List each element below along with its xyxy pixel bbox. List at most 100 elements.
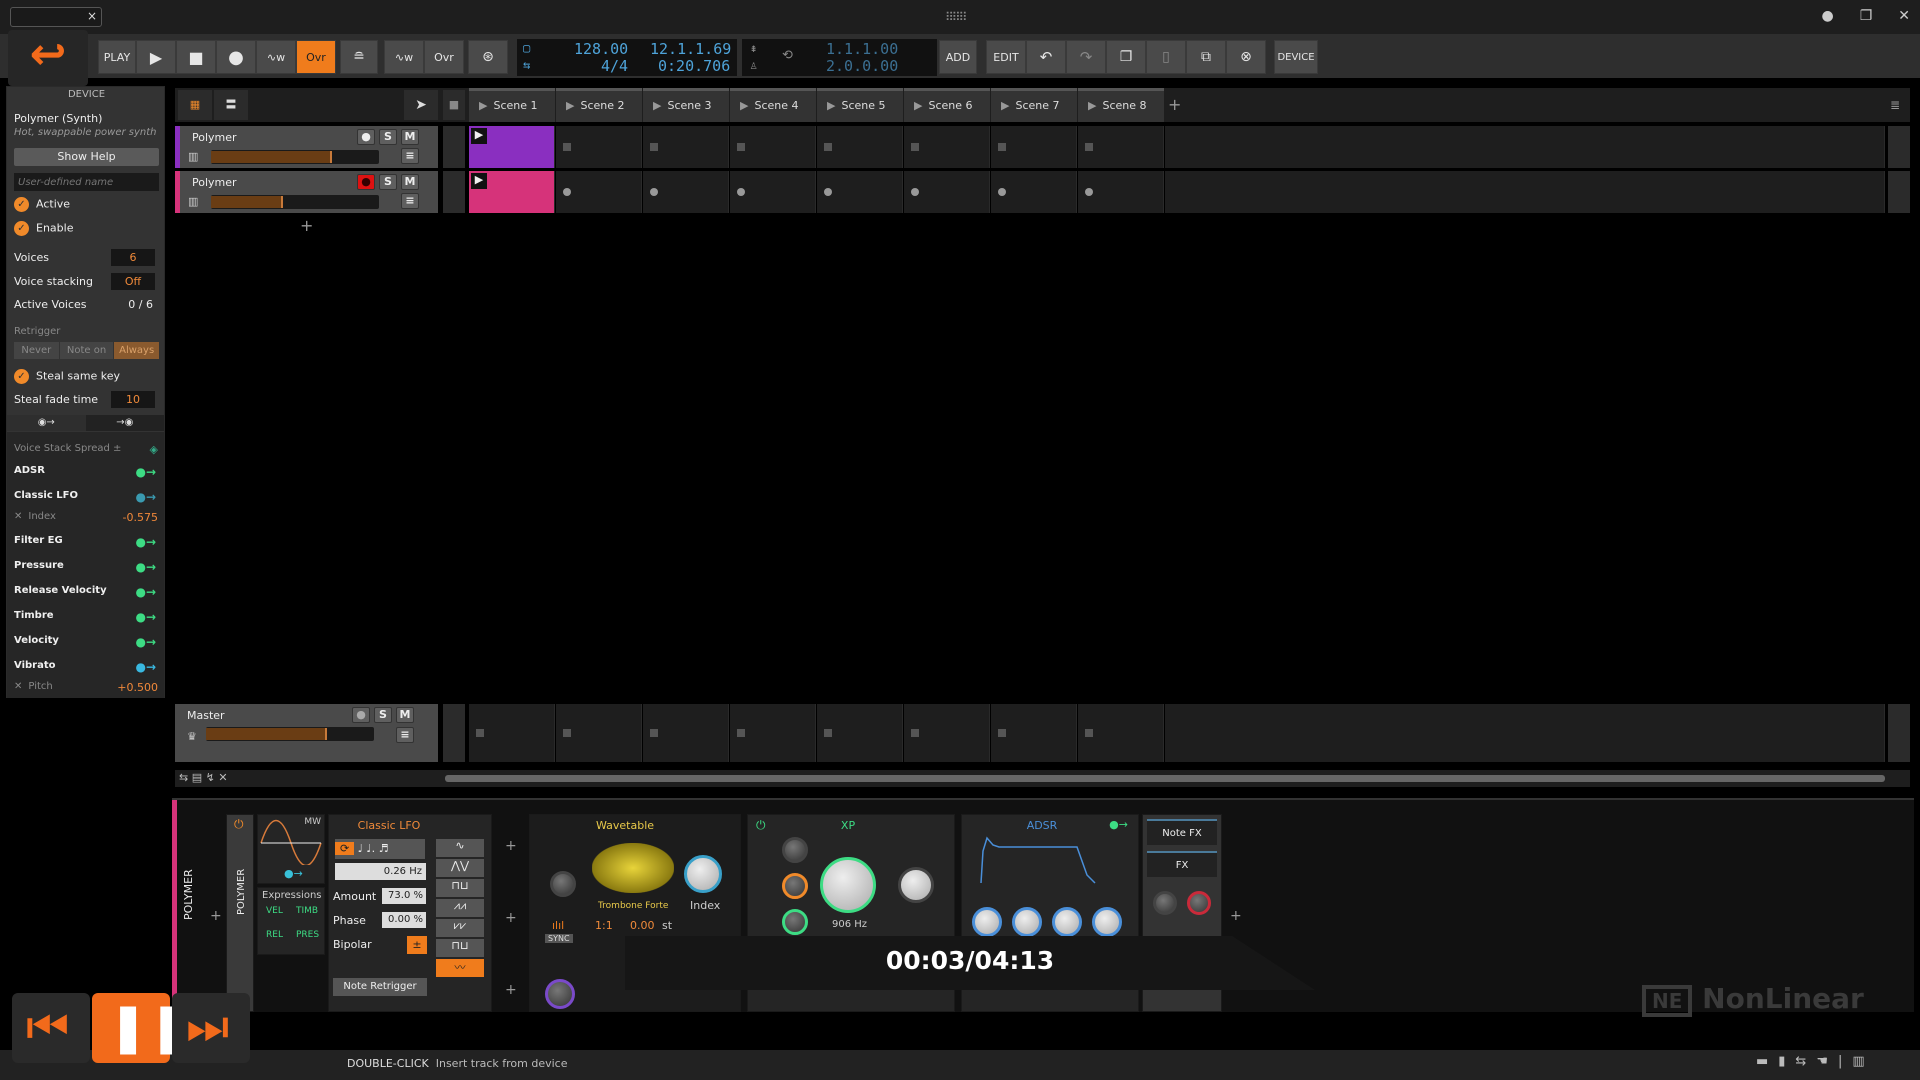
osc-knob[interactable] <box>550 871 576 897</box>
scene-3[interactable]: ▶ Scene 3 <box>643 88 729 122</box>
solo-button[interactable]: S <box>379 129 397 145</box>
clip-slot[interactable] <box>643 171 729 213</box>
phase-field[interactable]: 0.00 % <box>382 912 426 928</box>
clip-slot[interactable] <box>730 704 816 762</box>
clip-slot[interactable] <box>1078 704 1164 762</box>
clip-slot-button[interactable] <box>911 188 919 196</box>
sub-knob[interactable] <box>545 979 575 1009</box>
keytrack-knob[interactable] <box>782 873 808 899</box>
clip-slot-button[interactable] <box>998 729 1006 737</box>
keytrack-icon[interactable]: ılıl <box>552 919 564 932</box>
grid-view-icon[interactable]: ▦ <box>178 90 212 120</box>
previous-video-button[interactable]: ⏮ <box>12 993 90 1063</box>
modulation-arrow-icon[interactable]: ●→ <box>135 560 156 574</box>
record-arm-button[interactable]: ● <box>357 129 375 145</box>
clip-slot-button[interactable] <box>737 729 745 737</box>
clip-slot[interactable] <box>904 126 990 168</box>
scene-4[interactable]: ▶ Scene 4 <box>730 88 816 122</box>
pause-video-button[interactable]: ❚❚ <box>92 993 188 1063</box>
clip-slot[interactable] <box>643 704 729 762</box>
modulation-target[interactable]: ✕ Pitch +0.500 <box>14 681 162 694</box>
stop-clip-button[interactable] <box>443 171 465 213</box>
modulation-arrow-icon[interactable]: ●→ <box>1109 818 1128 831</box>
clip-slot[interactable] <box>643 126 729 168</box>
modulation-arrow-icon[interactable]: ●→ <box>135 535 156 549</box>
scene-launch-icon[interactable]: ▶ <box>566 99 574 112</box>
steal-fade-field[interactable]: 10 <box>111 391 155 408</box>
clip-slot[interactable] <box>730 126 816 168</box>
clip-slot-button[interactable] <box>563 729 571 737</box>
add-scene-icon[interactable]: + <box>1168 95 1181 114</box>
delete-button[interactable]: ⊗ <box>1226 40 1266 74</box>
clip-slot-button[interactable] <box>1085 188 1093 196</box>
shape-saw-icon[interactable]: ⩘⩘ <box>436 899 484 917</box>
track-side-icon[interactable] <box>1888 126 1910 168</box>
duplicate-button[interactable]: ⧉ <box>1186 40 1226 74</box>
scene-launch-icon[interactable]: ▶ <box>1001 99 1009 112</box>
clip-slot[interactable] <box>556 126 642 168</box>
record-button[interactable]: ● <box>216 40 256 74</box>
show-help-button[interactable]: Show Help <box>14 148 159 166</box>
add-device-end-icon[interactable]: + <box>1230 908 1242 924</box>
record-arm-button[interactable]: ● <box>352 707 370 723</box>
track-header[interactable]: Polymer ● S M ▥ ≡ <box>175 126 438 168</box>
modulation-target[interactable]: ✕ Index -0.575 <box>14 511 162 524</box>
retrigger-always[interactable]: Always <box>114 342 159 359</box>
modulation-arrow-icon[interactable]: ●→ <box>135 490 156 504</box>
track-menu-icon[interactable]: ≣ <box>1890 98 1900 112</box>
decay-knob[interactable] <box>1012 907 1042 937</box>
expr-vel[interactable]: VEL <box>266 906 283 916</box>
clip-slot[interactable] <box>556 704 642 762</box>
loop-icon[interactable]: ⟲ <box>782 48 793 63</box>
clip-slot-button[interactable] <box>563 188 571 196</box>
loop-end[interactable]: 2.0.0.00 <box>826 57 898 75</box>
release-knob[interactable] <box>1092 907 1122 937</box>
ratio-value[interactable]: 1:1 <box>595 919 613 932</box>
scene-5[interactable]: ▶ Scene 5 <box>817 88 903 122</box>
pre-roll-icon[interactable]: ⇞ <box>750 41 757 55</box>
solo-button[interactable]: S <box>379 174 397 190</box>
envelope-title[interactable]: ADSR <box>1002 819 1082 832</box>
track-menu-button[interactable]: ≡ <box>401 193 419 209</box>
clip-slot-button[interactable] <box>1085 143 1093 151</box>
clip-slot-button[interactable] <box>998 188 1006 196</box>
clip-slot-button[interactable] <box>563 143 571 151</box>
restore-window-icon[interactable]: ❐ <box>1860 8 1873 24</box>
record-arm-button[interactable]: ● <box>357 174 375 190</box>
track-menu-button[interactable]: ≡ <box>401 148 419 164</box>
scene-launch-icon[interactable]: ▶ <box>827 99 835 112</box>
clip-slot[interactable] <box>1078 171 1164 213</box>
add-modulator-icon[interactable]: + <box>505 982 517 998</box>
scene-launch-icon[interactable]: ▶ <box>1088 99 1096 112</box>
note-retrigger-button[interactable]: Note Retrigger <box>333 978 427 996</box>
filter-power-icon[interactable]: ⏻ <box>756 818 766 833</box>
clip-play-icon[interactable]: ▶ <box>471 173 487 189</box>
clip-overdub-button[interactable]: Ovr <box>424 40 464 74</box>
clip-slot-button[interactable] <box>998 143 1006 151</box>
copy-button[interactable]: ❐ <box>1106 40 1146 74</box>
scene-2[interactable]: ▶ Scene 2 <box>556 88 642 122</box>
record-indicator-icon[interactable]: ● <box>1821 8 1833 24</box>
time-position[interactable]: 0:20.706 <box>658 57 730 75</box>
clip-slot[interactable] <box>1078 126 1164 168</box>
modulation-arrow-icon[interactable]: ●→ <box>135 660 156 674</box>
dashboard-icon[interactable]: ⠿⠿⠿ <box>945 10 967 24</box>
scene-1[interactable]: ▶ Scene 1 <box>469 88 555 122</box>
mute-button[interactable]: M <box>396 707 414 723</box>
track-menu-button[interactable]: ≡ <box>396 727 414 743</box>
filter-title[interactable]: XP <box>808 819 888 832</box>
scene-launch-icon[interactable]: ▶ <box>914 99 922 112</box>
shape-square-icon[interactable]: ⊓⊔ <box>436 879 484 897</box>
voice-stacking-field[interactable]: Off <box>111 273 155 290</box>
volume-meter[interactable] <box>211 150 379 164</box>
clip-play-icon[interactable]: ▶ <box>471 128 487 144</box>
scene-launch-icon[interactable]: ▶ <box>653 99 661 112</box>
clip-slot[interactable] <box>991 704 1077 762</box>
target-amount[interactable]: +0.500 <box>117 681 158 694</box>
clip-slot-button[interactable] <box>911 143 919 151</box>
retrigger-never[interactable]: Never <box>14 342 59 359</box>
clip-slot[interactable] <box>904 704 990 762</box>
fx-button[interactable]: FX <box>1147 851 1217 877</box>
lfo-rate-field[interactable]: 0.26 Hz <box>335 863 426 880</box>
user-defined-name-input[interactable] <box>14 173 159 191</box>
